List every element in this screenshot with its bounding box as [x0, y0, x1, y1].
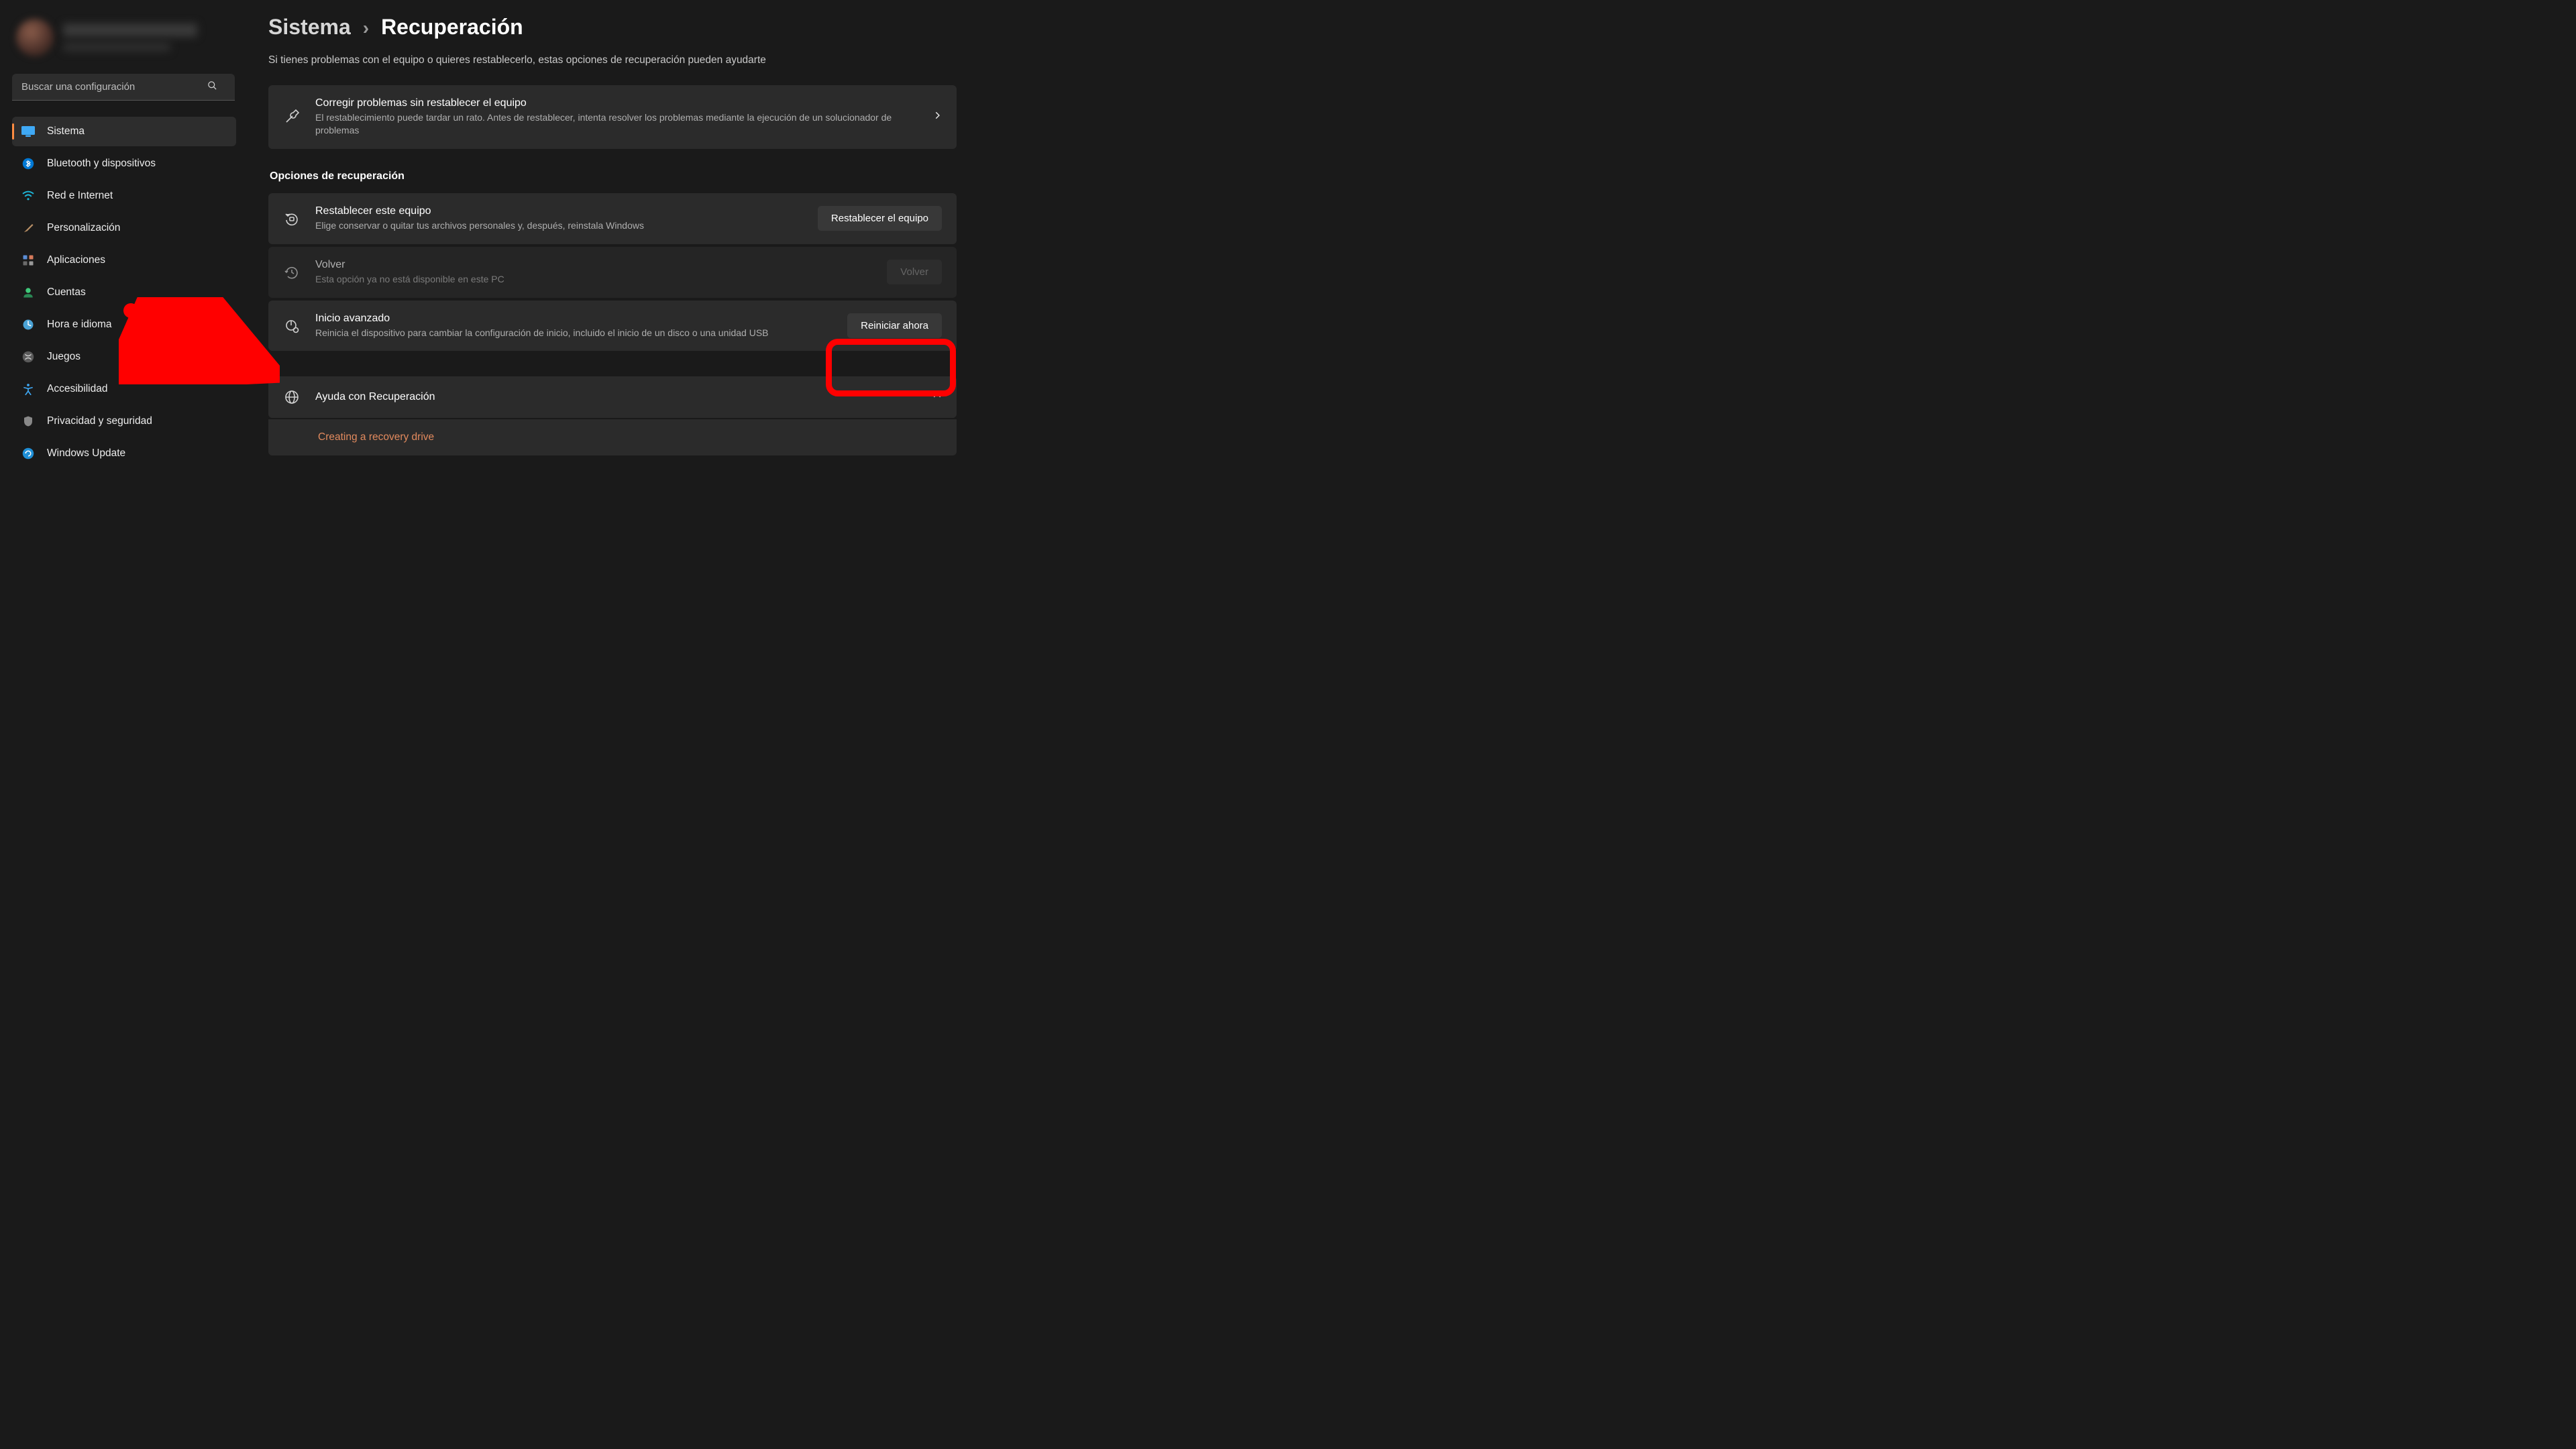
sidebar-item-bluetooth[interactable]: Bluetooth y dispositivos — [12, 149, 236, 178]
search-box[interactable] — [12, 74, 236, 101]
section-title: Opciones de recuperación — [270, 170, 957, 182]
card-desc: El restablecimiento puede tardar un rato… — [315, 111, 918, 137]
card-troubleshoot[interactable]: Corregir problemas sin restablecer el eq… — [268, 85, 957, 149]
go-back-button: Volver — [887, 260, 942, 284]
reset-pc-button[interactable]: Restablecer el equipo — [818, 206, 942, 231]
sidebar-item-label: Aplicaciones — [47, 254, 105, 266]
card-title: Corregir problemas sin restablecer el eq… — [315, 97, 918, 109]
sidebar-item-update[interactable]: Windows Update — [12, 439, 236, 468]
wifi-icon — [21, 189, 35, 203]
sidebar-item-network[interactable]: Red e Internet — [12, 181, 236, 211]
apps-icon — [21, 254, 35, 267]
card-title: Ayuda con Recuperación — [315, 391, 918, 403]
restart-now-button[interactable]: Reiniciar ahora — [847, 313, 942, 338]
sidebar-item-label: Hora e idioma — [47, 319, 112, 331]
xbox-icon — [21, 350, 35, 364]
history-icon — [283, 264, 301, 281]
bluetooth-icon — [21, 157, 35, 170]
search-input[interactable] — [12, 74, 235, 101]
paintbrush-icon — [21, 221, 35, 235]
card-go-back: Volver Esta opción ya no está disponible… — [268, 247, 957, 298]
accessibility-icon — [21, 382, 35, 396]
reset-pc-icon — [283, 210, 301, 227]
profile-text — [63, 23, 197, 52]
card-help[interactable]: Ayuda con Recuperación — [268, 376, 957, 418]
chevron-right-icon — [932, 111, 942, 123]
card-desc: Reinicia el dispositivo para cambiar la … — [315, 327, 833, 339]
sidebar-item-label: Sistema — [47, 125, 85, 138]
sidebar-item-accessibility[interactable]: Accesibilidad — [12, 374, 236, 404]
chevron-right-icon: › — [363, 17, 369, 39]
sidebar-item-label: Privacidad y seguridad — [47, 415, 152, 427]
page-subtitle: Si tienes problemas con el equipo o quie… — [268, 54, 957, 66]
card-desc: Elige conservar o quitar tus archivos pe… — [315, 219, 803, 232]
sidebar-item-privacy[interactable]: Privacidad y seguridad — [12, 407, 236, 436]
sidebar-item-label: Windows Update — [47, 447, 125, 460]
sidebar-item-label: Bluetooth y dispositivos — [47, 158, 156, 170]
sidebar-item-label: Personalización — [47, 222, 120, 234]
sidebar-item-apps[interactable]: Aplicaciones — [12, 246, 236, 275]
card-title: Volver — [315, 259, 872, 271]
chevron-up-icon — [932, 391, 942, 404]
sidebar-item-accounts[interactable]: Cuentas — [12, 278, 236, 307]
sidebar-item-label: Accesibilidad — [47, 383, 107, 395]
help-link-recovery-drive[interactable]: Creating a recovery drive — [268, 419, 957, 455]
clock-globe-icon — [21, 318, 35, 331]
breadcrumb-prev[interactable]: Sistema — [268, 15, 351, 40]
shield-icon — [21, 415, 35, 428]
sidebar-item-label: Red e Internet — [47, 190, 113, 202]
search-icon — [207, 80, 217, 94]
update-icon — [21, 447, 35, 460]
sidebar-item-label: Juegos — [47, 351, 80, 363]
breadcrumb: Sistema › Recuperación — [268, 15, 957, 40]
sidebar-item-time-language[interactable]: Hora e idioma — [12, 310, 236, 339]
card-title: Restablecer este equipo — [315, 205, 803, 217]
page-title: Recuperación — [381, 15, 523, 40]
card-title: Inicio avanzado — [315, 313, 833, 325]
sidebar-item-sistema[interactable]: Sistema — [12, 117, 236, 146]
display-icon — [21, 125, 35, 138]
card-advanced-startup: Inicio avanzado Reinicia el dispositivo … — [268, 301, 957, 352]
sidebar-item-personalization[interactable]: Personalización — [12, 213, 236, 243]
avatar — [16, 19, 54, 56]
sidebar-item-label: Cuentas — [47, 286, 86, 299]
globe-icon — [283, 388, 301, 406]
card-reset-pc: Restablecer este equipo Elige conservar … — [268, 193, 957, 244]
wrench-icon — [283, 108, 301, 125]
person-icon — [21, 286, 35, 299]
power-gear-icon — [283, 317, 301, 335]
sidebar-item-gaming[interactable]: Juegos — [12, 342, 236, 372]
user-profile[interactable] — [12, 12, 236, 70]
card-desc: Esta opción ya no está disponible en est… — [315, 273, 872, 286]
